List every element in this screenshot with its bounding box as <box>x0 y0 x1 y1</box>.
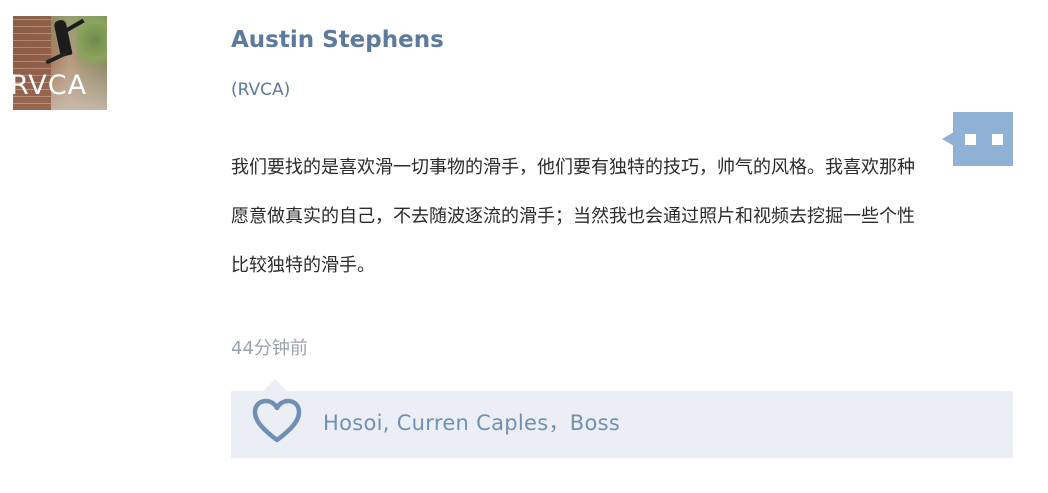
heart-icon[interactable] <box>251 397 303 445</box>
comment-icon <box>942 112 1013 166</box>
post-message: 我们要找的是喜欢滑一切事物的滑手，他们要有独特的技巧，帅气的风格。我喜欢那种愿意… <box>231 157 915 276</box>
author-name[interactable]: Austin Stephens <box>231 24 444 56</box>
avatar-logo: RVCA <box>13 70 88 101</box>
comment-button[interactable] <box>942 112 1013 166</box>
avatar-tree <box>77 16 107 76</box>
author-brand: (RVCA) <box>231 80 291 100</box>
likes-names[interactable]: Hosoi, Curren Caples，Boss <box>323 409 620 437</box>
author-avatar[interactable]: RVCA <box>13 16 107 110</box>
likes-panel: Hosoi, Curren Caples，Boss <box>231 379 1013 458</box>
post-timestamp: 44分钟前 <box>231 338 308 359</box>
